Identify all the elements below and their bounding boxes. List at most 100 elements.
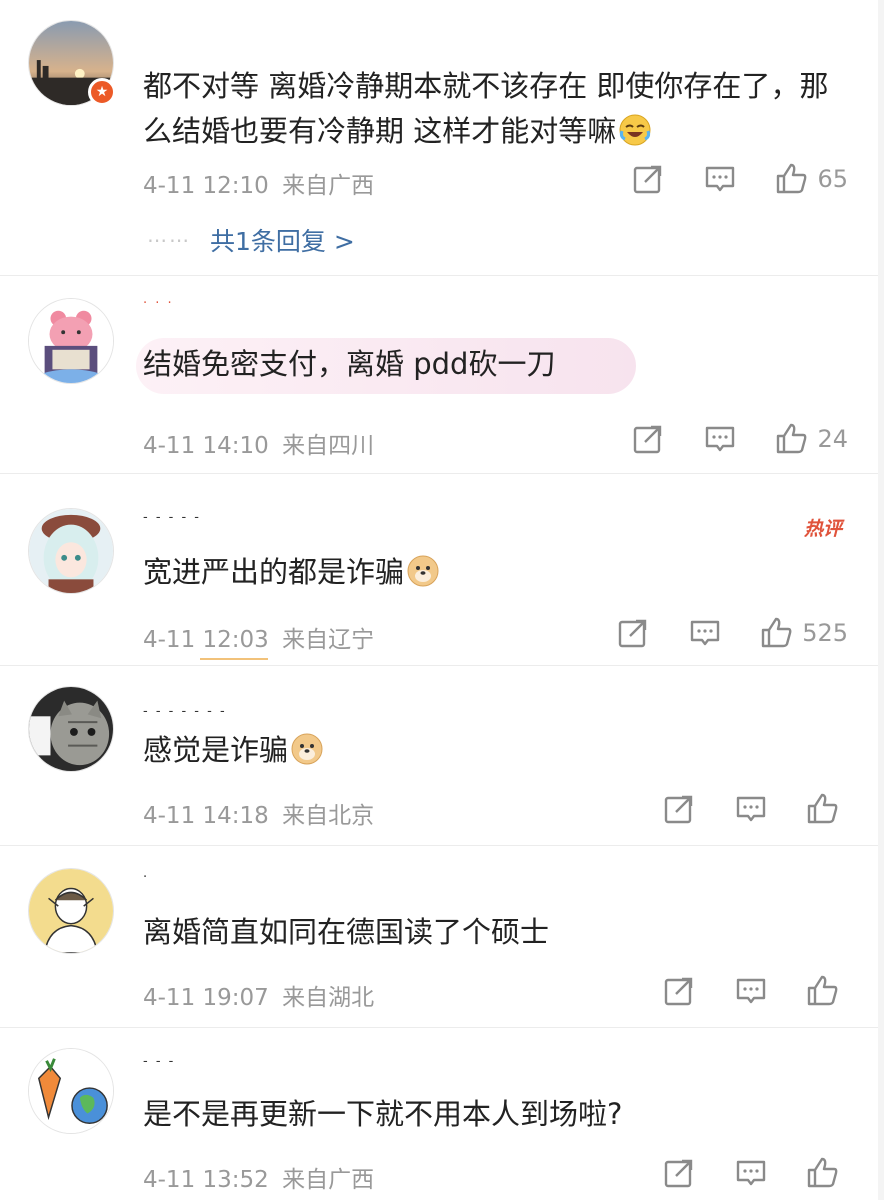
view-replies-link[interactable]: 共1条回复 > (210, 222, 355, 258)
avatar[interactable] (28, 868, 114, 954)
comment-meta: 4-11 14:18 来自北京 (143, 796, 374, 830)
carrot-globe-avatar-image (29, 1049, 113, 1133)
doge-emoji (407, 555, 439, 587)
comment-date: 4-11 14:18 (143, 803, 269, 829)
comment-item: ★ 都不对等 离婚冷静期本就不该存在 即使你存在了，那么结婚也要有冷静期 这样才… (0, 0, 878, 276)
comment-text: 宽进严出的都是诈骗 (143, 550, 838, 595)
like-button[interactable]: 24 (775, 422, 848, 456)
like-button[interactable] (806, 792, 848, 826)
comment-date: 4-11 12:10 (143, 173, 269, 199)
pink-bear-avatar-image (29, 299, 113, 383)
comment-meta: 4-11 14:10 来自四川 (143, 426, 374, 460)
share-icon (664, 1159, 693, 1188)
reply-button[interactable] (734, 974, 768, 1008)
like-count: 525 (802, 619, 848, 647)
comment-actions (624, 1156, 848, 1190)
comment-text: 都不对等 离婚冷静期本就不该存在 即使你存在了，那么结婚也要有冷静期 这样才能对… (143, 69, 829, 148)
comment-meta: 4-11 13:52 来自广西 (143, 1160, 374, 1194)
comment-actions (624, 974, 848, 1008)
share-button[interactable] (616, 616, 650, 650)
like-count: 65 (817, 165, 848, 193)
vip-badge-icon: ★ (88, 78, 116, 106)
username-fragment: · · · (143, 296, 174, 311)
like-icon (777, 163, 807, 194)
avatar[interactable] (28, 1048, 114, 1134)
share-button[interactable] (662, 1156, 696, 1190)
sketch-boy-avatar-image (29, 869, 113, 953)
comment-date: 4-11 13:52 (143, 1167, 269, 1193)
reply-button[interactable] (688, 616, 722, 650)
comment-text: 感觉是诈骗 (143, 728, 838, 773)
share-icon (664, 977, 693, 1006)
share-icon (634, 425, 662, 454)
comment-location: 来自辽宁 (282, 627, 375, 653)
comment-actions: 24 (593, 422, 848, 456)
comment-location: 来自广西 (282, 173, 375, 199)
reply-button[interactable] (703, 162, 737, 196)
accent-underline (200, 658, 268, 660)
comment-date: 4-11 14:10 (143, 433, 269, 459)
comment-location: 来自湖北 (282, 985, 375, 1011)
laughing-tears-emoji (619, 114, 651, 146)
hot-comment-badge: 热评 (803, 518, 842, 540)
comment-meta: 4-11 19:07 来自湖北 (143, 978, 374, 1012)
comment-icon (736, 1160, 766, 1186)
scrollbar-track[interactable] (878, 0, 884, 1200)
like-icon (807, 793, 838, 824)
like-icon (807, 1157, 838, 1188)
share-button[interactable] (631, 162, 665, 196)
reply-button[interactable] (734, 1156, 768, 1190)
avatar[interactable] (28, 298, 114, 384)
comment-item: - - - - - - - 感觉是诈骗 4-11 14:18 来自北京 (0, 666, 878, 846)
share-button[interactable] (631, 422, 665, 456)
comment-item: - - - - - 热评 宽进严出的都是诈骗 4-11 12:03 来自辽宁 5… (0, 474, 878, 666)
comment-location: 来自四川 (282, 433, 375, 459)
comment-icon (690, 620, 720, 646)
cat-avatar-image (29, 687, 113, 771)
comment-icon (706, 166, 735, 192)
comment-icon (736, 796, 766, 822)
like-icon (761, 617, 792, 648)
comment-text: 是不是再更新一下就不用本人到场啦? (143, 1097, 623, 1131)
comment-icon (736, 978, 766, 1004)
avatar[interactable] (28, 686, 114, 772)
like-button[interactable] (806, 1156, 848, 1190)
avatar[interactable] (28, 508, 114, 594)
reply-button[interactable] (734, 792, 768, 826)
comment-item: · · · 结婚免密支付，离婚 pdd砍一刀 4-11 14:10 来自四川 2… (0, 276, 878, 474)
comment-list: ★ 都不对等 离婚冷静期本就不该存在 即使你存在了，那么结婚也要有冷静期 这样才… (0, 0, 878, 1200)
like-count: 24 (817, 425, 848, 453)
comment-text: 结婚免密支付，离婚 pdd砍一刀 (143, 347, 556, 381)
username-fragment: - - - - - (143, 510, 201, 525)
share-icon (664, 795, 693, 824)
share-button[interactable] (662, 792, 696, 826)
anime-girl-avatar-image (29, 509, 113, 593)
comment-location: 来自北京 (282, 803, 375, 829)
share-icon (618, 619, 647, 648)
like-icon (777, 423, 807, 454)
like-icon (807, 975, 838, 1006)
reply-button[interactable] (703, 422, 737, 456)
comment-actions: 65 (593, 162, 848, 196)
comment-meta: 4-11 12:10 来自广西 (143, 166, 374, 200)
comment-item: · 离婚简直如同在德国读了个硕士 4-11 19:07 来自湖北 (0, 846, 878, 1028)
comment-actions (624, 792, 848, 826)
like-button[interactable]: 525 (760, 616, 848, 650)
doge-emoji (291, 733, 323, 765)
share-icon (634, 165, 662, 194)
share-button[interactable] (662, 974, 696, 1008)
reply-dots: ⋯⋯ (147, 228, 191, 252)
comment-text: 离婚简直如同在德国读了个硕士 (143, 915, 550, 949)
comment-icon (706, 426, 735, 452)
username-fragment: · (143, 870, 150, 885)
like-button[interactable]: 65 (775, 162, 848, 196)
comment-actions: 525 (578, 616, 848, 650)
username-fragment: - - - (143, 1054, 176, 1069)
comment-location: 来自广西 (282, 1167, 375, 1193)
comment-date: 4-11 19:07 (143, 985, 269, 1011)
comment-date: 4-11 12:03 (143, 627, 269, 653)
comment-meta: 4-11 12:03 来自辽宁 (143, 620, 374, 654)
like-button[interactable] (806, 974, 848, 1008)
comment-item: - - - 是不是再更新一下就不用本人到场啦? 4-11 13:52 来自广西 (0, 1028, 878, 1200)
username-fragment: - - - - - - - (143, 704, 227, 719)
